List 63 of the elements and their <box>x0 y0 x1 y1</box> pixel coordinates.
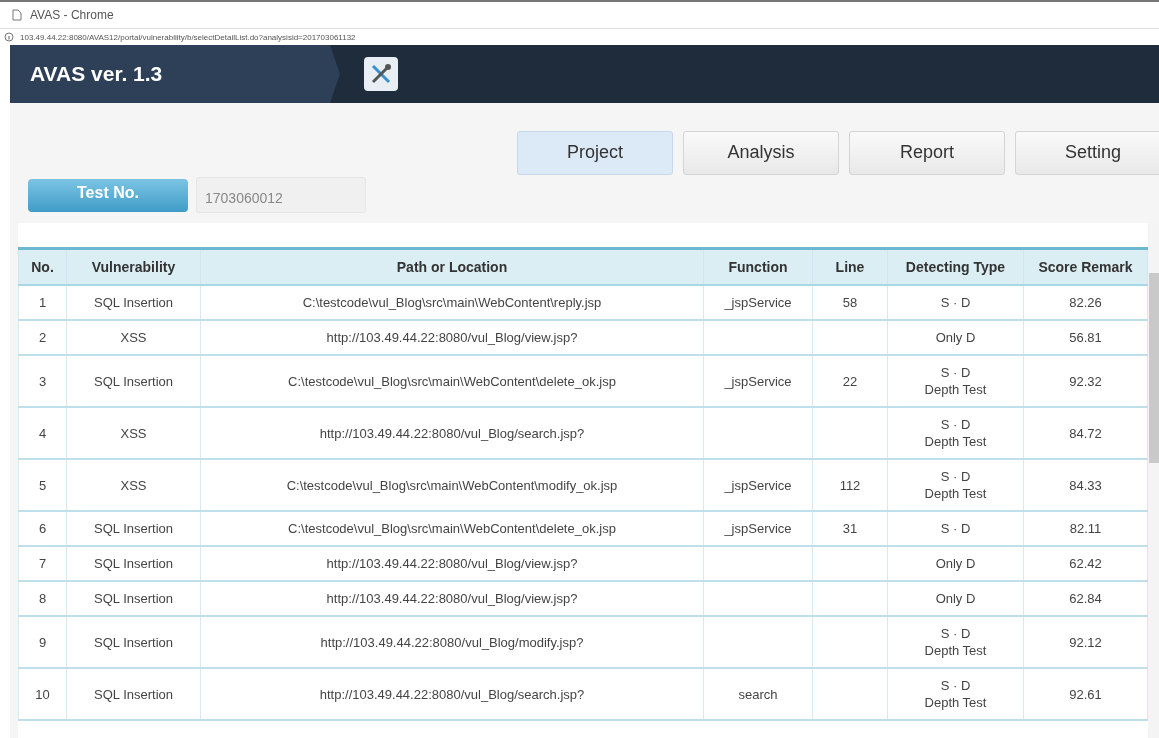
table-cell: _jspService <box>703 285 813 320</box>
column-header[interactable]: Score Remark <box>1023 248 1148 285</box>
nav-tab[interactable]: Project <box>517 131 673 175</box>
table-cell: 4 <box>18 407 67 459</box>
table-cell: 3 <box>18 355 67 407</box>
table-cell: Only D <box>887 320 1024 355</box>
column-header[interactable]: No. <box>18 248 67 285</box>
table-cell: http://103.49.44.22:8080/vul_Blog/search.jsp? <box>200 407 704 459</box>
table-cell: SQL Insertion <box>66 355 201 407</box>
table-cell: SQL Insertion <box>66 285 201 320</box>
table-cell: 9 <box>18 616 67 668</box>
table-cell: search <box>703 668 813 720</box>
table-cell: C:\testcode\vul_Blog\src\main\WebContent\delete_ok.jsp <box>200 511 704 546</box>
table-cell: http://103.49.44.22:8080/vul_Blog/view.jsp? <box>200 581 704 616</box>
table-cell: SQL Insertion <box>66 668 201 720</box>
table-cell: 10 <box>18 668 67 720</box>
table-cell: S · D Depth Test <box>887 355 1024 407</box>
table-cell: XSS <box>66 407 201 459</box>
table-cell: S · D Depth Test <box>887 407 1024 459</box>
table-cell: _jspService <box>703 511 813 546</box>
table-cell: XSS <box>66 320 201 355</box>
table-cell: S · D <box>887 285 1024 320</box>
table-cell: SQL Insertion <box>66 581 201 616</box>
window-title: AVAS - Chrome <box>30 8 114 22</box>
table-cell: 2 <box>18 320 67 355</box>
table-cell: S · D Depth Test <box>887 668 1024 720</box>
table-cell: _jspService <box>703 355 813 407</box>
table-cell: 6 <box>18 511 67 546</box>
table-cell: http://103.49.44.22:8080/vul_Blog/view.jsp? <box>200 546 704 581</box>
app-title: AVAS ver. 1.3 <box>30 62 163 86</box>
table-cell: 31 <box>812 511 888 546</box>
table-cell: 5 <box>18 459 67 511</box>
nav-tab[interactable]: Setting <box>1015 131 1159 175</box>
url-text[interactable]: 103.49.44.22:8080/AVAS12/portal/vulnerability/b/selectDetailList.do?analysisid=201703061132 <box>20 32 356 42</box>
table-cell: 58 <box>812 285 888 320</box>
column-header[interactable]: Line <box>812 248 888 285</box>
table-cell: XSS <box>66 459 201 511</box>
table-cell: S · D Depth Test <box>887 616 1024 668</box>
table-cell: 112 <box>812 459 888 511</box>
table-cell: http://103.49.44.22:8080/vul_Blog/modify.jsp? <box>200 616 704 668</box>
table-cell: http://103.49.44.22:8080/vul_Blog/search.jsp? <box>200 668 704 720</box>
table-cell: C:\testcode\vul_Blog\src\main\WebContent\reply.jsp <box>200 285 704 320</box>
table-cell: 7 <box>18 546 67 581</box>
table-cell: SQL Insertion <box>66 511 201 546</box>
column-header[interactable]: Vulnerability <box>66 248 201 285</box>
table-cell: Only D <box>887 581 1024 616</box>
table-cell: SQL Insertion <box>66 546 201 581</box>
table-cell: SQL Insertion <box>66 616 201 668</box>
nav-tab[interactable]: Analysis <box>683 131 839 175</box>
table-cell: 22 <box>812 355 888 407</box>
nav-tab[interactable]: Report <box>849 131 1005 175</box>
table-cell: C:\testcode\vul_Blog\src\main\WebContent\delete_ok.jsp <box>200 355 704 407</box>
column-header[interactable]: Path or Location <box>200 248 704 285</box>
table-cell: 1 <box>18 285 67 320</box>
table-cell: Only D <box>887 546 1024 581</box>
table-cell: http://103.49.44.22:8080/vul_Blog/view.jsp? <box>200 320 704 355</box>
table-cell: S · D <box>887 511 1024 546</box>
column-header[interactable]: Detecting Type <box>887 248 1024 285</box>
table-cell: S · D Depth Test <box>887 459 1024 511</box>
column-header[interactable]: Function <box>703 248 813 285</box>
table-cell: 8 <box>18 581 67 616</box>
table-cell: _jspService <box>703 459 813 511</box>
table-cell: C:\testcode\vul_Blog\src\main\WebContent\modify_ok.jsp <box>200 459 704 511</box>
